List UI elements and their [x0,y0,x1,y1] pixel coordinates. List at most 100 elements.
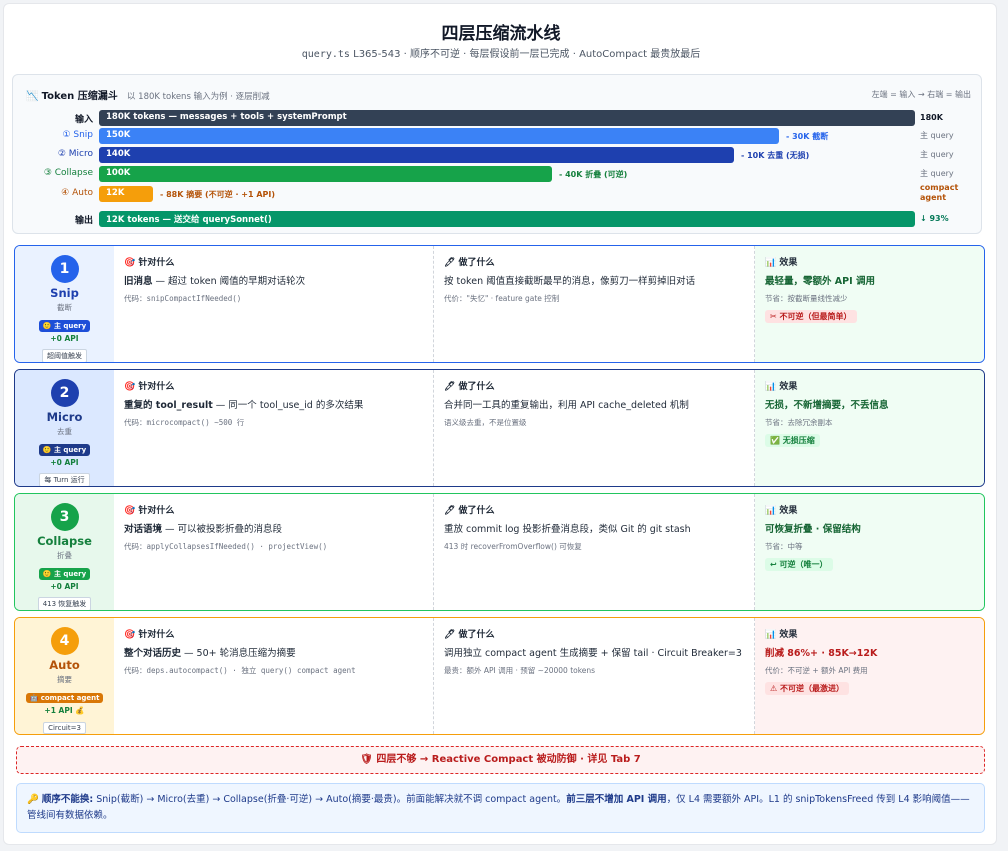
target-column: 🎯 针对什么 整个对话历史 — 50+ 轮消息压缩为摘要 代码：deps.autoc… [114,618,434,734]
funnel-right-input: 180K [920,113,943,122]
action-column: 🖊 做了什么调用独立 compact agent 生成摘要 + 保留 tail … [434,618,755,734]
target-strong: 对话语境 [124,524,163,535]
target-heading: 🎯 针对什么 [124,630,175,640]
action-column: 🖊 做了什么 合并同一工具的重复输出，利用 API cache_deleted 机… [434,370,755,486]
funnel-bar-value: 12K [106,188,125,198]
target-code: 代码：microcompact() ~500 行 [124,418,245,427]
stage-subtitle: 截断 [57,303,72,312]
order-note: 🔑 顺序不能换: Snip(截断) → Micro(去重) → Collapse… [16,783,985,833]
stage-side: 3 Collapse 折叠 🙂 主 query +0 API 413 恢复触发 [15,494,114,610]
action-column: 🖊 做了什么重放 commit log 投影折叠消息段，类似 Git 的 git… [434,494,755,610]
result-text: 最轻量，零额外 API 调用 [765,276,875,287]
token-funnel: 📉 Token 压缩漏斗 以 180K tokens 输入为例 · 逐层削减 左… [12,74,982,234]
funnel-subtitle: 以 180K tokens 输入为例 · 逐层削减 [126,92,270,102]
page-title: 四层压缩流水线 [441,24,561,44]
funnel-hint: 左端 = 输入 → 右端 = 输出 [871,90,971,99]
result-meta: 代价：不可逆 + 额外 API 费用 [765,666,868,675]
target-heading: 🎯 针对什么 [124,382,175,392]
funnel-row-stage-3: ③ Collapse 100K - 40K 折叠 (可逆) 主 query [13,166,983,182]
stage-number: 3 [50,503,79,531]
result-column: 📊 效果 最轻量，零额外 API 调用 节省：按截断量线性减少 ✂ 不可逆（但最简单） [755,246,984,362]
funnel-reduction-note: - 88K 摘要 (不可逆 · +1 API) [160,190,276,199]
target-column: 🎯 针对什么 对话语境 — 可以被投影折叠的消息段 代码：applyCollapse… [114,494,434,610]
stage-number: 1 [50,255,79,283]
funnel-bar-value: 140K [106,149,131,159]
warning-text: 🛡 四层不够 → Reactive Compact 被动防御 · 详见 Tab … [360,754,641,765]
stage-runner-badge: 🙂 主 query [38,444,91,456]
target-heading: 🎯 针对什么 [124,258,175,268]
note-strong: 顺序不能换: [41,794,94,805]
stage-side: 1 Snip 截断 🙂 主 query +0 API 超阈值触发 [15,246,114,362]
funnel-label-input: 输入 [74,115,93,125]
funnel-stage-runner: 主 query [920,150,954,159]
target-strong: 整个对话历史 [124,648,182,659]
stage-card-auto: 4 Auto 摘要 🤖 compact agent +1 API 💰 Circuit=3 🎯… [14,617,985,735]
stage-api-cost: +1 API 💰 [44,706,85,715]
funnel-stage-runner: 主 query [920,131,954,140]
stage-card-micro: 2 Micro 去重 🙂 主 query +0 API 每 Turn 运行 🎯 针对什么 重复… [14,369,985,487]
target-rest: — 可以被投影折叠的消息段 [162,524,283,535]
funnel-label-stage: ④ Auto [61,188,93,198]
result-text: 削减 86%+ · 85K→12K [765,648,878,659]
action-heading: 🖊 做了什么 [444,630,495,640]
funnel-stage-runner: compact agent [920,183,959,202]
stage-name: Micro [46,410,83,424]
funnel-label-output: 输出 [74,216,93,226]
result-text: 无损，不新增摘要，不丢信息 [765,400,889,411]
funnel-bar-value: 100K [106,168,131,178]
result-heading: 📊 效果 [765,382,798,392]
target-code: 代码：deps.autocompact() · 独立 query() compa… [124,666,356,675]
target-strong: 旧消息 [124,276,153,287]
target-rest: — 超过 token 阈值的早期对话轮次 [152,276,306,287]
funnel-right-output: ↓ 93% [920,214,949,223]
target-text: 旧消息 — 超过 token 阈值的早期对话轮次 [124,274,423,289]
result-column: 📊 效果可恢复折叠 · 保留结构 节省：中等 ↩ 可逆（唯一） [755,494,984,610]
stage-api-cost: +0 API [50,334,79,343]
result-heading: 📊 效果 [765,506,798,516]
stage-trigger-tag: 每 Turn 运行 [39,473,90,486]
target-text: 整个对话历史 — 50+ 轮消息压缩为摘要 [124,646,423,661]
stage-trigger-tag: Circuit=3 [43,722,86,734]
result-meta: 节省：去除冗余副本 [765,418,833,427]
stage-name: Auto [49,658,80,672]
reactive-compact-warning: 🛡 四层不够 → Reactive Compact 被动防御 · 详见 Tab … [16,746,985,774]
action-heading: 🖊 做了什么 [444,506,495,516]
stage-number: 4 [50,627,79,655]
target-text: 对话语境 — 可以被投影折叠的消息段 [124,522,423,537]
stage-subtitle: 摘要 [57,675,72,684]
result-heading: 📊 效果 [765,258,798,268]
stage-runner-badge: 🙂 主 query [38,568,91,580]
target-strong: 重复的 tool_result [124,400,213,411]
funnel-label-stage: ① Snip [62,130,93,140]
target-code: 代码：applyCollapsesIfNeeded() · projectVie… [124,542,328,551]
target-rest: — 同一个 tool_use_id 的多次结果 [212,400,364,411]
stage-runner-badge: 🙂 主 query [38,320,91,332]
stage-name: Snip [50,286,79,300]
note-text: Snip(截断) → Micro(去重) → Collapse(折叠·可逆) →… [93,794,567,805]
action-text: 合并同一工具的重复输出，利用 API cache_deleted 机制 [444,400,689,411]
target-rest: — 50+ 轮消息压缩为摘要 [181,648,296,659]
funnel-row-stage-1: ① Snip 150K - 30K 截断 主 query [13,128,983,144]
note-strong-2: 前三层不增加 API 调用 [566,794,667,805]
page: 四层压缩流水线 query.ts L365-543 · 顺序不可逆 · 每层假设… [3,3,997,845]
result-meta: 节省：中等 [765,542,803,551]
result-text: 可恢复折叠 · 保留结构 [765,524,861,535]
stage-card-snip: 1 Snip 截断 🙂 主 query +0 API 超阈值触发 🎯 针对什么 旧消息 — 超… [14,245,985,363]
action-meta: 语义级去重，不是位置级 [444,418,527,427]
funnel-title: Token 压缩漏斗 [41,91,118,102]
action-heading: 🖊 做了什么 [444,258,495,268]
action-text: 重放 commit log 投影折叠消息段，类似 Git 的 git stash [444,524,691,535]
action-meta: 413 时 recoverFromOverflow() 可恢复 [444,542,582,551]
target-column: 🎯 针对什么重复的 tool_result — 同一个 tool_use_id … [114,370,434,486]
result-chip: ↩ 可逆（唯一） [765,558,833,571]
result-column: 📊 效果 无损，不新增摘要，不丢信息 节省：去除冗余副本 ✅ 无损压缩 [755,370,984,486]
stage-subtitle: 折叠 [57,551,72,560]
funnel-label-stage: ② Micro [57,149,93,159]
funnel-bar-stage: 150K [99,128,779,144]
funnel-row-stage-4: ④ Auto 12K - 88K 摘要 (不可逆 · +1 API) compact … [13,183,983,202]
action-text: 调用独立 compact agent 生成摘要 + 保留 tail · Circ… [444,648,742,659]
result-chip: ⚠ 不可逆（最激进） [765,682,849,695]
funnel-bar-input-text: 180K tokens — messages + tools + systemP… [106,112,347,122]
result-heading: 📊 效果 [765,630,798,640]
stage-subtitle: 去重 [57,427,72,436]
